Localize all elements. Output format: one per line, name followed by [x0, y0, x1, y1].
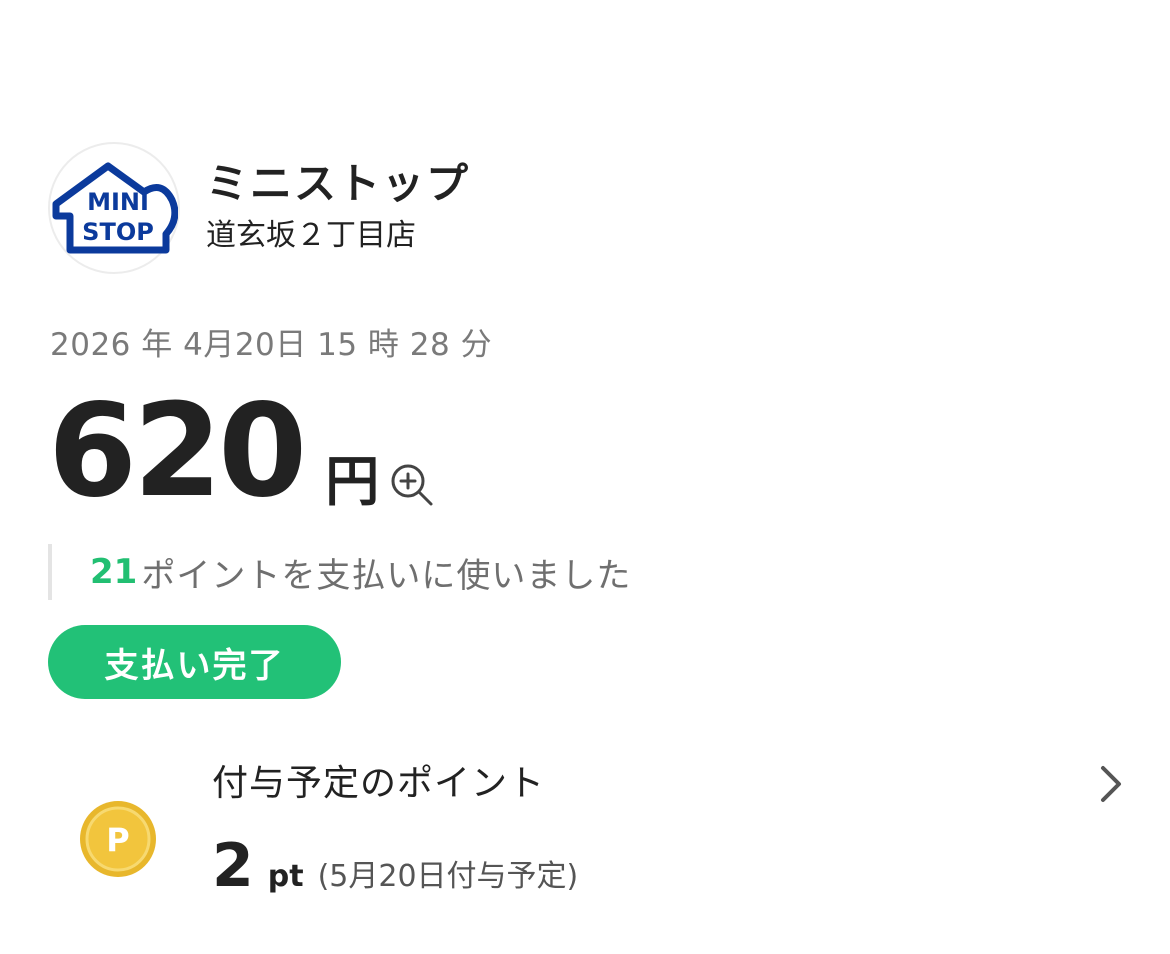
reward-value-row: 2 pt (5月20日付与予定) — [212, 830, 578, 902]
chevron-right-icon[interactable] — [1096, 764, 1126, 804]
store-name: ミニストップ — [206, 159, 471, 208]
points-used-text: ポイントを支払いに使いました — [141, 555, 632, 596]
currency-unit: 円 — [325, 450, 380, 513]
logo-text-stop: STOP — [82, 218, 154, 246]
payment-amount: 620 — [48, 377, 307, 526]
store-header: MINI STOP ミニストップ 道玄坂２丁目店 — [48, 142, 470, 274]
points-used-note: 21 ポイントを支払いに使いました — [48, 544, 631, 600]
reward-grant-date: (5月20日付与予定) — [317, 859, 579, 894]
reward-label[interactable]: 付与予定のポイント — [212, 760, 545, 808]
store-info: ミニストップ 道玄坂２丁目店 — [206, 155, 470, 257]
reward-points: 2 — [212, 831, 254, 901]
reward-unit: pt — [267, 859, 304, 894]
logo-text-mini: MINI — [87, 188, 149, 216]
transaction-datetime: 2026 年 4月20日 15 時 28 分 — [50, 327, 493, 363]
status-badge: 支払い完了 — [48, 625, 341, 699]
ministop-logo-icon: MINI STOP — [52, 162, 178, 254]
amount-row: 620 円 — [48, 382, 435, 522]
store-branch: 道玄坂２丁目店 — [206, 218, 416, 253]
points-used-count: 21 — [90, 552, 138, 592]
zoom-in-icon[interactable] — [389, 462, 435, 508]
store-logo: MINI STOP — [48, 142, 180, 274]
coin-letter: P — [106, 821, 129, 859]
point-coin-icon: P — [80, 801, 156, 877]
